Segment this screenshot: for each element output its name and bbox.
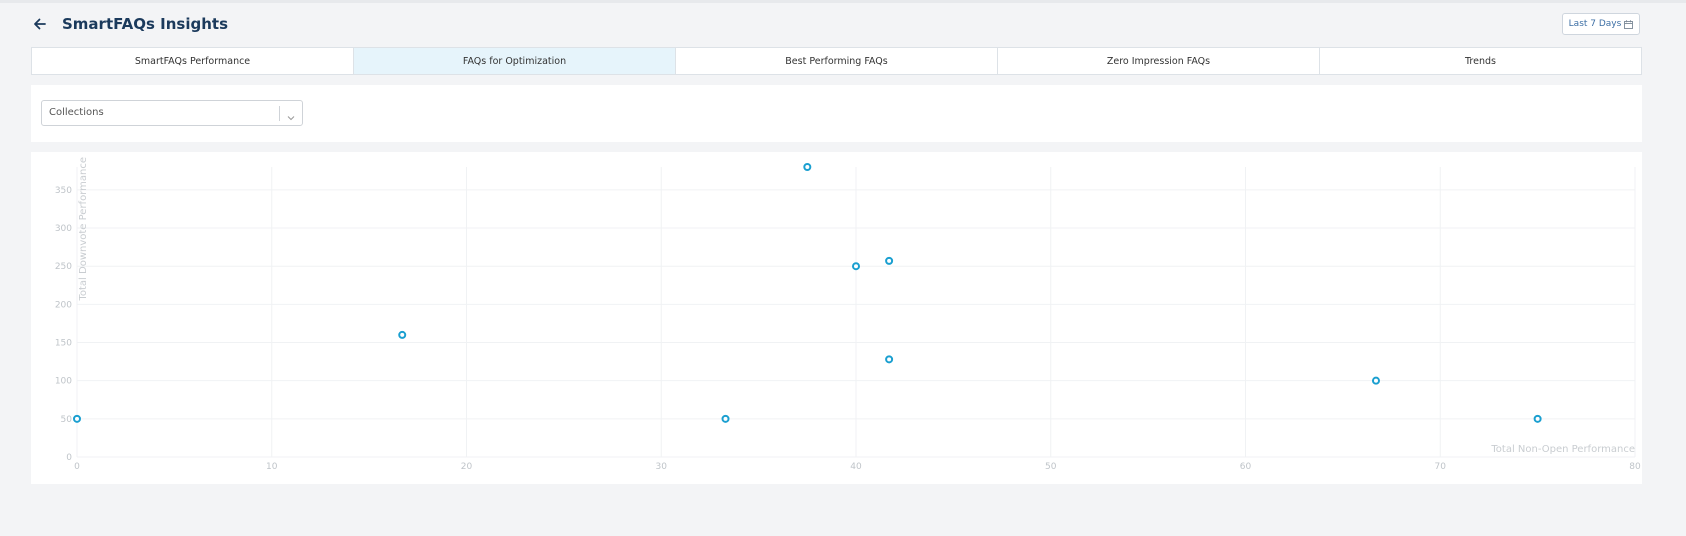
scatter-point[interactable] <box>885 256 894 265</box>
page-title: SmartFAQs Insights <box>62 15 229 33</box>
scatter-point[interactable] <box>885 355 894 364</box>
scatter-point[interactable] <box>852 262 860 271</box>
date-range-button[interactable]: Last 7 Days <box>1562 13 1640 35</box>
y-tick-label: 250 <box>55 262 72 272</box>
y-tick-label: 50 <box>61 415 73 425</box>
grid-lines <box>76 167 1636 458</box>
y-tick-label: 300 <box>55 224 72 234</box>
y-tick-label: 200 <box>55 300 72 310</box>
tab-best-performing-faqs[interactable]: Best Performing FAQs <box>675 47 998 75</box>
x-tick-label: 50 <box>1045 462 1057 472</box>
x-tick-labels: 0 10 20 30 40 50 60 70 80 <box>74 462 1641 472</box>
x-tick-label: 40 <box>850 462 862 472</box>
x-tick-label: 80 <box>1629 462 1641 472</box>
x-tick-label: 10 <box>266 462 278 472</box>
back-arrow-icon[interactable] <box>31 15 49 33</box>
scatter-point[interactable] <box>73 414 81 423</box>
collections-select[interactable]: Collections <box>41 100 303 126</box>
calendar-icon <box>1624 19 1634 29</box>
x-axis-label: Total Non-Open Performance <box>1490 444 1635 455</box>
collections-select-value: Collections <box>49 107 104 118</box>
scatter-point[interactable] <box>398 330 407 339</box>
tab-faqs-for-optimization[interactable]: FAQs for Optimization <box>353 47 676 75</box>
chart-panel: 0 50 100 150 200 250 300 350 0 10 20 30 40 50 60 70 80 … <box>31 152 1642 484</box>
scatter-chart: 050100150200250300350 0 10 20 30 40 50 60 70 80 … <box>55 157 1641 472</box>
filter-panel: Collections <box>31 85 1642 142</box>
scatter-point[interactable] <box>1533 414 1542 423</box>
date-range-label: Last 7 Days <box>1568 19 1622 29</box>
y-tick-labels: 0 50 100 150 200 250 300 350 <box>55 186 72 463</box>
scatter-point[interactable] <box>1371 376 1380 385</box>
y-tick-label: 0 <box>66 453 72 463</box>
tab-bar: SmartFAQs Performance FAQs for Optimizat… <box>31 47 1642 75</box>
chevron-down-icon[interactable] <box>286 108 296 121</box>
data-points <box>73 163 1542 423</box>
y-tick-label: 100 <box>55 377 72 387</box>
top-band <box>0 0 1686 3</box>
tab-smartfaqs-performance[interactable]: SmartFAQs Performance <box>31 47 354 75</box>
y-tick-label: 150 <box>55 339 72 349</box>
select-separator <box>279 106 280 121</box>
x-tick-label: 30 <box>656 462 668 472</box>
tab-trends[interactable]: Trends <box>1319 47 1642 75</box>
y-tick-label: 350 <box>55 186 72 196</box>
x-tick-label: 60 <box>1240 462 1252 472</box>
x-tick-label: 0 <box>74 462 80 472</box>
y-axis-label: Total Downvote Performance <box>78 157 89 302</box>
scatter-point[interactable] <box>803 163 812 171</box>
scatter-point[interactable] <box>721 414 730 423</box>
x-tick-label: 20 <box>461 462 473 472</box>
x-tick-label: 70 <box>1435 462 1447 472</box>
tab-zero-impression-faqs[interactable]: Zero Impression FAQs <box>997 47 1320 75</box>
page-header: SmartFAQs Insights Last 7 Days <box>0 6 1686 44</box>
